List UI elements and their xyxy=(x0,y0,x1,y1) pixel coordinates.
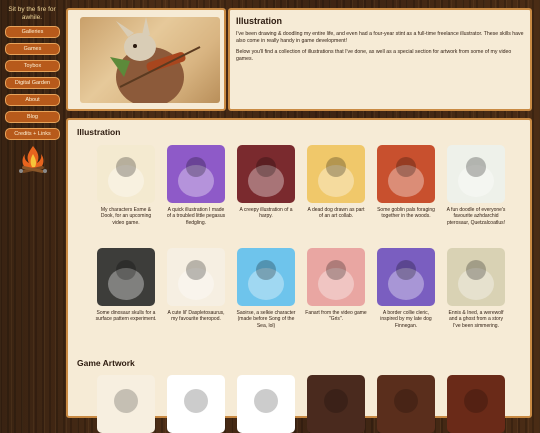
gallery-thumbnail[interactable] xyxy=(167,248,225,306)
intro-paragraph-2: Below you'll find a collection of illust… xyxy=(236,49,512,62)
gallery-caption: Some goblin pals foraging together in th… xyxy=(377,207,435,220)
sidebar: Sit by the fire for awhile. Galleries Ga… xyxy=(0,0,64,405)
gallery-thumbnail[interactable] xyxy=(237,248,295,306)
gallery-caption: A dead dog drawn as part of an art colla… xyxy=(307,207,365,220)
gallery-caption: Ennis & Ined, a werewolf and a ghost fro… xyxy=(448,310,504,329)
gallery-item[interactable]: A dead dog drawn as part of an art colla… xyxy=(305,145,367,220)
game-artwork-item[interactable] xyxy=(305,375,367,433)
game-artwork-item[interactable] xyxy=(235,375,297,433)
nav-digital-garden[interactable]: Digital Garden xyxy=(5,77,60,89)
gallery-caption: Saoirse, a selkie character (made before… xyxy=(236,310,296,329)
gallery-thumbnail[interactable] xyxy=(97,145,155,203)
illustration-section-title: Illustration xyxy=(77,127,121,137)
gallery-thumbnail[interactable] xyxy=(377,248,435,306)
hero-panel xyxy=(66,8,226,111)
gallery-thumbnail[interactable] xyxy=(237,145,295,203)
gallery-item[interactable]: Fanart from the video game "Gris". xyxy=(305,248,367,323)
game-artwork-item[interactable] xyxy=(95,375,157,433)
gallery-item[interactable]: Ennis & Ined, a werewolf and a ghost fro… xyxy=(445,248,507,329)
nav-games[interactable]: Games xyxy=(5,43,60,55)
gallery-caption: Fanart from the video game "Gris". xyxy=(305,310,367,323)
game-artwork-thumbnail[interactable] xyxy=(167,375,225,433)
gallery-item[interactable]: My characters Esme & Dook, for an upcomi… xyxy=(95,145,157,226)
gallery-item[interactable]: A fun doodle of everyone's favourite azh… xyxy=(445,145,507,226)
gallery-thumbnail[interactable] xyxy=(307,145,365,203)
game-artwork-thumbnail[interactable] xyxy=(97,375,155,433)
gallery-thumbnail[interactable] xyxy=(307,248,365,306)
gallery-panel: Illustration My characters Esme & Dook, … xyxy=(66,118,532,433)
game-artwork-section-title: Game Artwork xyxy=(77,358,135,368)
gallery-thumbnail[interactable] xyxy=(97,248,155,306)
gallery-thumbnail[interactable] xyxy=(447,248,505,306)
gallery-caption: A creepy illustration of a harpy. xyxy=(239,207,293,220)
gallery-caption: My characters Esme & Dook, for an upcomi… xyxy=(100,207,152,226)
game-artwork-item[interactable] xyxy=(375,375,437,433)
nav-credits-links[interactable]: Credits + Links xyxy=(5,128,60,140)
gallery-item[interactable]: A creepy illustration of a harpy. xyxy=(235,145,297,220)
nav-blog[interactable]: Blog xyxy=(5,111,60,123)
game-artwork-thumbnail[interactable] xyxy=(237,375,295,433)
nav-toybox[interactable]: Toybox xyxy=(5,60,60,72)
page-title: Illustration xyxy=(236,16,283,26)
gallery-thumbnail[interactable] xyxy=(377,145,435,203)
game-artwork-thumbnail[interactable] xyxy=(447,375,505,433)
nav-about[interactable]: About xyxy=(5,94,60,106)
gallery-thumbnail[interactable] xyxy=(167,145,225,203)
gallery-caption: A border collie cleric, inspired by my l… xyxy=(380,310,432,329)
gallery-caption: A cute lil' Daspletosaurus, my favourite… xyxy=(167,310,225,323)
game-artwork-thumbnail[interactable] xyxy=(307,375,365,433)
gallery-thumbnail[interactable] xyxy=(447,145,505,203)
hero-illustration xyxy=(80,17,220,103)
gallery-item[interactable]: Some goblin pals foraging together in th… xyxy=(375,145,437,220)
intro-panel: Illustration I've been drawing & doodlin… xyxy=(228,8,532,111)
game-artwork-item[interactable] xyxy=(445,375,507,433)
nav-galleries[interactable]: Galleries xyxy=(5,26,60,38)
gallery-item[interactable]: A cute lil' Daspletosaurus, my favourite… xyxy=(165,248,227,323)
gallery-item[interactable]: Saoirse, a selkie character (made before… xyxy=(235,248,297,329)
intro-paragraph-1: I've been drawing & doodling my entire l… xyxy=(236,31,524,44)
game-artwork-item[interactable] xyxy=(165,375,227,433)
site-tagline: Sit by the fire for awhile. xyxy=(8,6,56,21)
gallery-item[interactable]: Some dinosaur skulls for a surface patte… xyxy=(95,248,157,323)
gallery-caption: Some dinosaur skulls for a surface patte… xyxy=(95,310,157,323)
gallery-caption: A quick illustration I made of a trouble… xyxy=(166,207,226,226)
gallery-item[interactable]: A border collie cleric, inspired by my l… xyxy=(375,248,437,329)
gallery-caption: A fun doodle of everyone's favourite azh… xyxy=(446,207,506,226)
gallery-item[interactable]: A quick illustration I made of a trouble… xyxy=(165,145,227,226)
campfire-icon xyxy=(19,146,47,173)
game-artwork-thumbnail[interactable] xyxy=(377,375,435,433)
